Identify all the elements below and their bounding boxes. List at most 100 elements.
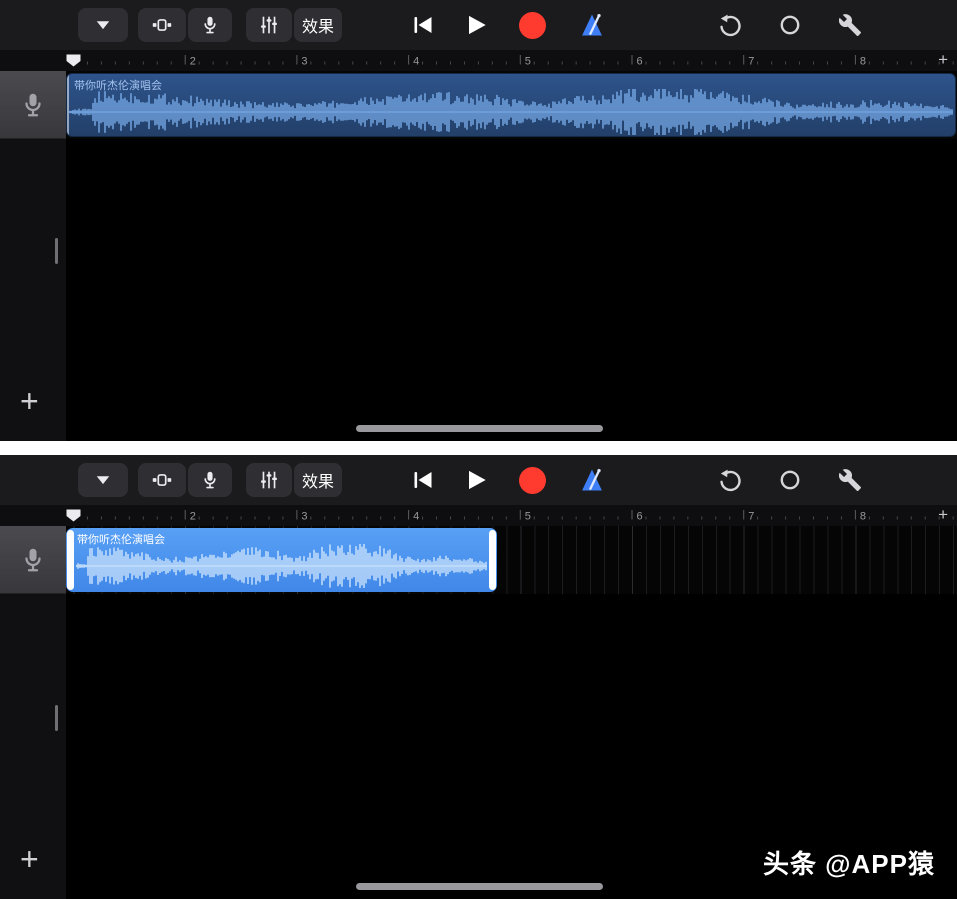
record-dot-icon: [519, 12, 546, 39]
play-button[interactable]: [458, 9, 494, 41]
svg-text:7: 7: [748, 511, 754, 523]
rewind-button[interactable]: [405, 464, 441, 496]
timeline-ruler[interactable]: 2345678: [0, 50, 957, 71]
svg-text:2: 2: [190, 511, 196, 523]
ruler-ticks: 2345678: [0, 505, 957, 526]
svg-text:7: 7: [748, 56, 754, 68]
undo-button[interactable]: [716, 466, 744, 494]
microphone-input-button[interactable]: [188, 8, 232, 42]
toolbar-group-view: [138, 8, 232, 42]
play-icon: [462, 466, 490, 494]
track-header-audio-recorder[interactable]: [0, 526, 66, 594]
song-settings-chevron-button[interactable]: [78, 463, 128, 497]
ruler-ticks: 2345678: [0, 50, 957, 71]
toolbar: 效果: [0, 0, 957, 50]
track-view-icon: [150, 13, 174, 37]
audio-region[interactable]: 带你听杰伦演唱会: [66, 73, 956, 137]
timeline-ruler[interactable]: 2345678: [0, 505, 957, 526]
toolbar-group-view: [138, 463, 232, 497]
track-view-icon: [150, 468, 174, 492]
add-track-button[interactable]: +: [20, 385, 39, 417]
loop-browser-button[interactable]: [776, 11, 804, 39]
mixer-sliders-icon: [257, 13, 281, 37]
trim-handle-left[interactable]: [67, 530, 74, 590]
rewind-to-start-icon: [410, 467, 436, 493]
effects-label: 效果: [302, 468, 334, 492]
toolbar-group-effects: 效果: [246, 8, 342, 42]
svg-text:8: 8: [860, 511, 866, 523]
play-icon: [462, 11, 490, 39]
play-button[interactable]: [458, 464, 494, 496]
loop-browser-button[interactable]: [776, 466, 804, 494]
audio-region-selected[interactable]: 带你听杰伦演唱会: [66, 528, 497, 592]
record-button[interactable]: [514, 464, 550, 496]
ruler-plus-button[interactable]: +: [938, 50, 948, 71]
chevron-down-icon: [93, 470, 113, 490]
region-title: 带你听杰伦演唱会: [74, 77, 162, 93]
rewind-to-start-icon: [410, 12, 436, 38]
waveform: [76, 544, 487, 588]
metronome-button[interactable]: [574, 9, 610, 41]
rewind-button[interactable]: [405, 9, 441, 41]
playhead[interactable]: [66, 54, 81, 67]
watermark: 头条 @APP猿: [763, 844, 935, 881]
settings-button[interactable]: [836, 11, 864, 39]
record-button[interactable]: [514, 9, 550, 41]
effects-button[interactable]: 效果: [294, 8, 342, 42]
vertical-scrollbar[interactable]: [55, 705, 58, 731]
metronome-icon: [578, 466, 606, 494]
wrench-icon: [838, 468, 862, 492]
screenshot-stage: 效果 2 3 4: [0, 0, 957, 899]
track-controls-button[interactable]: [246, 8, 292, 42]
chevron-down-icon: [93, 15, 113, 35]
track-header-audio-recorder[interactable]: [0, 71, 66, 139]
loop-browser-icon: [777, 467, 803, 493]
microphone-icon: [18, 545, 48, 575]
undo-icon: [717, 12, 743, 38]
svg-text:8: 8: [860, 56, 866, 68]
track-view-button[interactable]: [138, 463, 186, 497]
horizontal-scrollbar[interactable]: [356, 883, 603, 890]
toolbar: 效果: [0, 455, 957, 505]
metronome-icon: [578, 11, 606, 39]
playhead[interactable]: [66, 509, 81, 522]
wrench-icon: [838, 13, 862, 37]
panel-divider: [0, 441, 957, 455]
undo-button[interactable]: [716, 11, 744, 39]
record-dot-icon: [519, 467, 546, 494]
timeline-track-lane[interactable]: 带你听杰伦演唱会: [66, 71, 957, 139]
ruler-plus-button[interactable]: +: [938, 505, 948, 526]
svg-text:4: 4: [413, 56, 419, 68]
svg-text:3: 3: [301, 511, 307, 523]
song-settings-chevron-button[interactable]: [78, 8, 128, 42]
vertical-scrollbar[interactable]: [55, 238, 58, 264]
svg-text:6: 6: [637, 511, 643, 523]
microphone-input-button[interactable]: [188, 463, 232, 497]
microphone-icon: [18, 90, 48, 120]
playhead-line: [67, 74, 69, 136]
metronome-button[interactable]: [574, 464, 610, 496]
mixer-sliders-icon: [257, 468, 281, 492]
loop-browser-icon: [777, 12, 803, 38]
region-title: 带你听杰伦演唱会: [77, 531, 165, 547]
timeline-track-lane[interactable]: 带你听杰伦演唱会: [66, 526, 957, 594]
svg-text:5: 5: [525, 56, 531, 68]
track-controls-button[interactable]: [246, 463, 292, 497]
undo-icon: [717, 467, 743, 493]
waveform: [69, 89, 953, 135]
microphone-icon: [199, 14, 221, 36]
effects-button[interactable]: 效果: [294, 463, 342, 497]
toolbar-group-effects: 效果: [246, 463, 342, 497]
svg-text:6: 6: [637, 56, 643, 68]
horizontal-scrollbar[interactable]: [356, 425, 603, 432]
playhead-icon: [66, 54, 81, 67]
settings-button[interactable]: [836, 466, 864, 494]
playhead-icon: [66, 509, 81, 522]
microphone-icon: [199, 469, 221, 491]
svg-text:4: 4: [413, 511, 419, 523]
track-view-button[interactable]: [138, 8, 186, 42]
add-track-button[interactable]: +: [20, 843, 39, 875]
garageband-screen-top: 效果 234: [0, 0, 957, 441]
trim-handle-right[interactable]: [489, 530, 496, 590]
toolbar-group-navigation: [78, 8, 128, 42]
